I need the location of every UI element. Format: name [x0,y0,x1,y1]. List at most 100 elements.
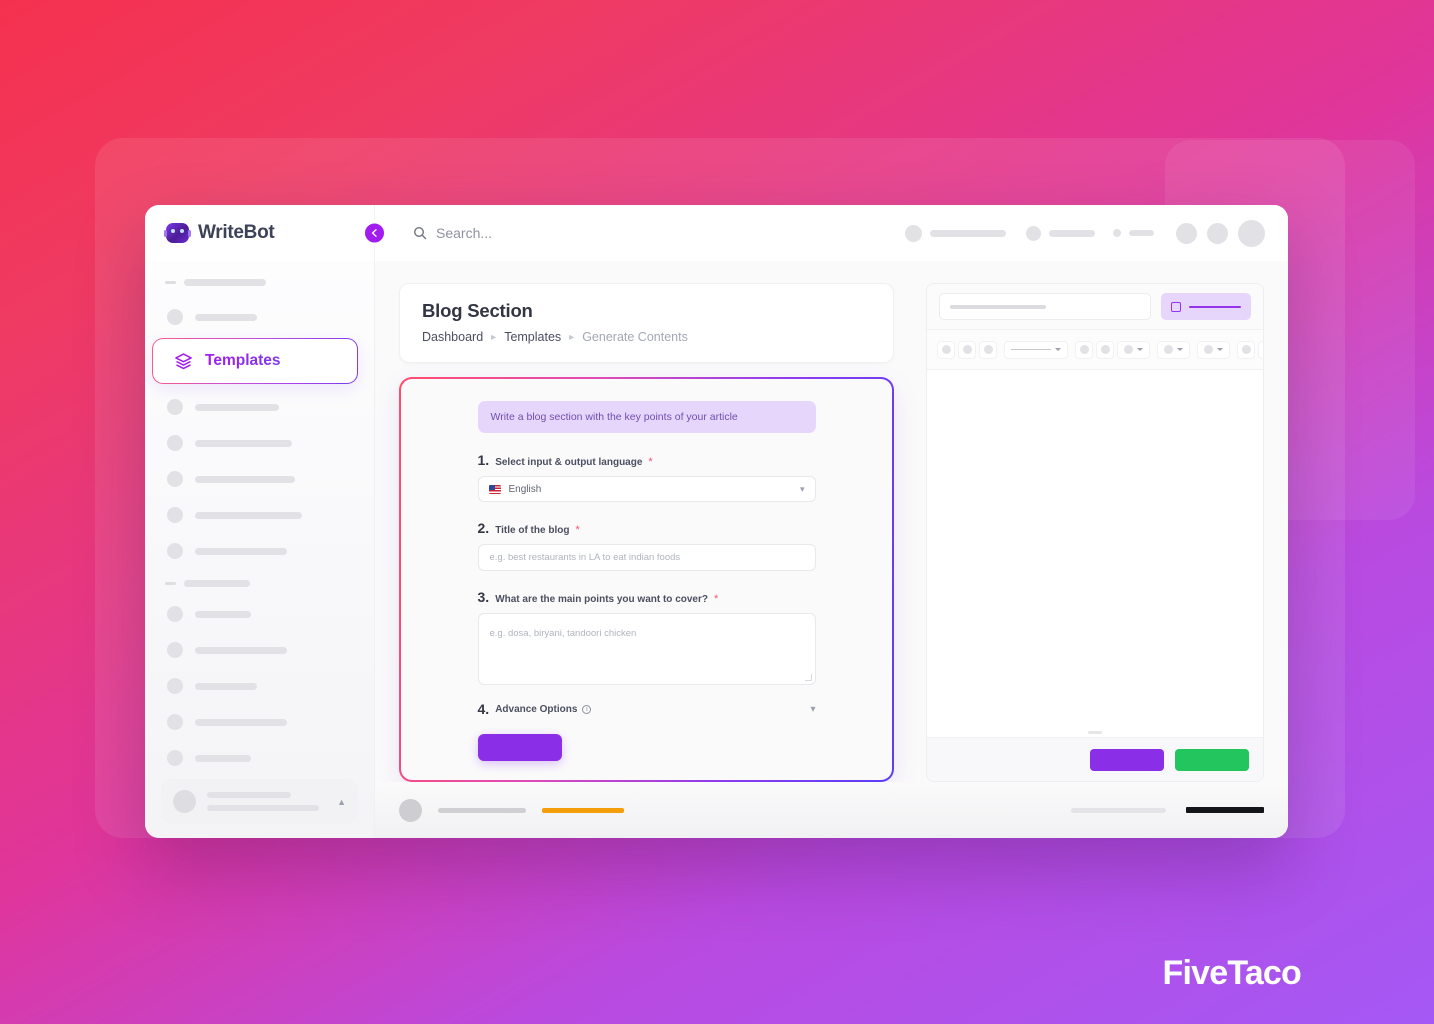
required-marker: * [648,456,653,468]
skeleton-bar [930,229,1006,237]
resize-handle-icon[interactable] [804,674,812,681]
field-number: 2. [477,520,490,536]
field-label-text: Title of the blog [495,525,570,536]
skeleton-dot [167,309,183,325]
skeleton-bar [1071,807,1166,813]
toolbar-button[interactable] [1258,340,1263,359]
editor-search-input[interactable] [939,293,1151,320]
main-inner: Blog Section Dashboard ▸ Templates ▸ Gen… [375,261,1288,782]
toolbar-button[interactable] [958,340,976,359]
watermark: FiveTaco [1162,954,1302,992]
skeleton-dot [983,345,993,354]
skeleton-bar [195,610,251,618]
editor-footer [927,737,1263,781]
topbar-skeleton-group-2 [1026,225,1095,241]
page-title: Blog Section [422,300,533,321]
chevron-down-icon [1217,348,1223,351]
skeleton-dot [167,606,183,622]
chevron-left-icon [371,229,377,237]
editor-secondary-button[interactable] [1175,748,1249,771]
skeleton-dot [1026,225,1041,241]
skeleton-dot [167,543,183,559]
skeleton-bar [184,580,250,587]
sidebar-item-placeholder[interactable] [161,599,358,629]
field-label-text: Advance Options [495,703,578,715]
skeleton-bar [195,547,287,555]
breadcrumb-item-templates[interactable]: Templates [504,330,561,344]
skeleton-bar [195,475,295,483]
generate-form-card: Write a blog section with the key points… [399,377,894,782]
breadcrumb-separator-icon: ▸ [491,331,497,343]
sidebar-item-placeholder[interactable] [161,536,358,566]
sidebar-item-placeholder[interactable] [161,392,358,422]
sidebar-item-placeholder[interactable] [161,500,358,530]
sidebar-item-placeholder[interactable] [161,302,358,332]
required-marker: * [575,524,580,536]
skeleton-dot [1164,345,1173,354]
skeleton-dot [905,224,922,242]
field-label-title: 2. Title of the blog * [478,520,816,536]
sidebar-item-placeholder[interactable] [161,428,358,458]
toolbar-button[interactable] [1096,340,1114,359]
toolbar-button[interactable] [979,340,997,359]
generate-form-inner: Write a blog section with the key points… [401,379,892,780]
page-header-card: Blog Section Dashboard ▸ Templates ▸ Gen… [399,283,894,363]
breadcrumb: Dashboard ▸ Templates ▸ Generate Content… [422,330,871,344]
sidebar-item-templates[interactable]: Templates [149,338,358,384]
blog-title-input[interactable]: e.g. best restaurants in LA to eat india… [477,544,816,571]
sidebar-profile-card[interactable]: ▲ [161,779,358,824]
breadcrumb-item-dashboard[interactable]: Dashboard [422,330,483,344]
editor-mode-chip[interactable] [1161,293,1251,320]
sidebar-collapse-button[interactable] [361,219,388,247]
skeleton-bar [195,682,257,690]
brand-zone: WriteBot [145,205,388,261]
info-icon[interactable]: i [582,704,592,714]
avatar[interactable] [399,798,422,822]
advance-options-toggle[interactable]: 4. Advance Options i ▾ [478,701,816,717]
toolbar-button[interactable] [937,340,955,359]
drag-handle-icon[interactable] [1088,730,1102,734]
field-label-text: Select input & output language [495,457,643,468]
toolbar-button[interactable] [1075,340,1093,359]
sidebar-item-placeholder[interactable] [161,464,358,494]
skeleton-bar [207,792,291,798]
topbar-right-controls [905,205,1288,261]
sidebar-item-placeholder[interactable] [161,671,358,701]
editor-canvas[interactable] [927,370,1263,727]
header-icon-button[interactable] [1176,222,1197,244]
skeleton-bar [950,304,1046,309]
editor-resize-row[interactable] [927,727,1263,737]
skeleton-bar [195,439,292,447]
sidebar-item-placeholder[interactable] [161,743,358,773]
editor-primary-button[interactable] [1090,748,1164,771]
sidebar: Templates ▲ [145,261,375,838]
skeleton-bar [195,313,257,321]
main-points-textarea[interactable]: e.g. dosa, biryani, tandoori chicken [477,613,816,685]
sidebar-section-header [161,279,358,286]
language-select[interactable]: English ▾ [477,476,816,502]
toolbar-dropdown[interactable] [1004,340,1068,359]
skeleton-dot [1100,345,1110,354]
right-column [910,261,1288,782]
prompt-banner: Write a blog section with the key points… [477,401,816,433]
skeleton-bar [207,805,319,811]
skeleton-dot [1204,345,1213,354]
topbar-skeleton-group-3 [1113,229,1154,237]
profile-skeleton-lines [207,792,326,811]
generate-button[interactable] [477,734,562,761]
header-icon-button[interactable] [1207,222,1228,244]
skeleton-dot [1113,229,1121,237]
sidebar-item-placeholder[interactable] [161,635,358,665]
toolbar-split-button[interactable] [1157,340,1190,359]
square-icon [1171,301,1181,312]
bottom-bar-left [399,798,624,822]
toolbar-button[interactable] [1237,340,1255,359]
skeleton-bar [1049,229,1095,237]
toolbar-split-button[interactable] [1197,340,1230,359]
toolbar-split-button[interactable] [1117,340,1150,359]
sidebar-item-placeholder[interactable] [161,707,358,737]
robot-ear-right-icon [188,230,191,237]
avatar[interactable] [1238,219,1265,247]
global-search[interactable]: Search... [375,205,905,261]
section-dash [165,582,176,585]
